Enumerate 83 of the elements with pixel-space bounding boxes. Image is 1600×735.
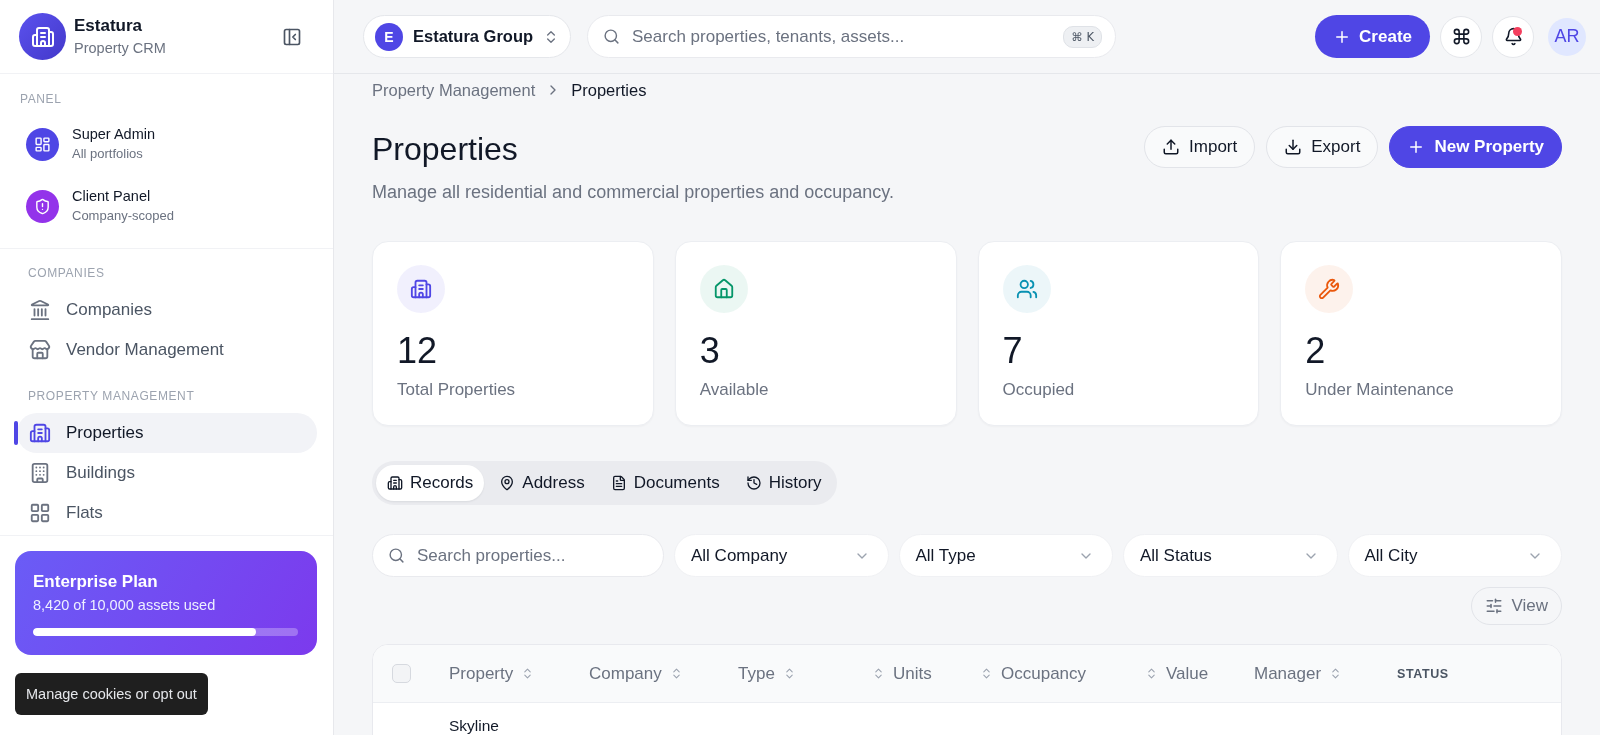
panel-subtitle: Company-scoped: [72, 208, 174, 224]
import-button[interactable]: Import: [1144, 126, 1256, 168]
shortcut-hint: ⌘ K: [1063, 26, 1102, 48]
plan-usage: 8,420 of 10,000 assets used: [33, 596, 217, 615]
brand-name: Estatura: [74, 16, 144, 36]
column-header[interactable]: Units: [872, 663, 932, 684]
create-button[interactable]: Create: [1315, 15, 1430, 58]
building-icon: [387, 475, 403, 491]
filter-dropdown[interactable]: All City: [1347, 534, 1562, 577]
section-label: PANEL: [19, 91, 63, 107]
page-subtitle: Manage all residential and commercial properties and occupancy.: [372, 181, 894, 204]
history-icon: [745, 475, 762, 491]
download-icon: [1284, 138, 1303, 156]
cookie-settings-button[interactable]: Manage cookies or opt out: [15, 673, 208, 715]
sort-icon: [980, 667, 993, 680]
column-header[interactable]: Value: [1145, 663, 1209, 684]
stat-label: Available: [699, 379, 769, 401]
sort-icon: [1145, 667, 1158, 680]
tab[interactable]: Documents: [599, 465, 731, 501]
command-button[interactable]: [1440, 15, 1482, 58]
tab[interactable]: History: [734, 465, 833, 501]
nav-item[interactable]: Properties: [17, 413, 317, 453]
stat-value: 3: [699, 331, 720, 371]
page-title: Properties: [372, 130, 518, 169]
filter-dropdown[interactable]: All Company: [674, 534, 889, 577]
grid-icon: [29, 502, 51, 524]
user-avatar[interactable]: AR: [1548, 17, 1586, 56]
map-pin-icon: [499, 475, 516, 491]
building-icon: [29, 422, 51, 444]
active-indicator: [14, 421, 18, 445]
column-header[interactable]: Property: [449, 663, 535, 684]
filter-dropdown[interactable]: All Type: [898, 534, 1113, 577]
notifications-button[interactable]: [1492, 15, 1534, 58]
office-building-icon: [29, 462, 51, 484]
store-icon: [29, 339, 51, 361]
panel-subtitle: All portfolios: [72, 146, 144, 162]
brand-subtitle: Property CRM: [74, 39, 166, 57]
column-header[interactable]: Manager: [1254, 663, 1343, 684]
panel-title: Client Panel: [72, 188, 152, 205]
nav-item[interactable]: Buildings: [17, 453, 317, 493]
filter-dropdown[interactable]: All Status: [1123, 534, 1338, 577]
tab[interactable]: Records: [376, 465, 485, 501]
stat-label: Under Maintenance: [1305, 379, 1454, 401]
sort-icon: [872, 667, 885, 680]
search-icon: [603, 28, 620, 45]
stat-value: 7: [1002, 331, 1023, 371]
nav-item[interactable]: Companies: [17, 290, 317, 330]
upload-icon: [1162, 138, 1181, 156]
sliders-icon: [1485, 597, 1504, 615]
command-icon: [1451, 27, 1471, 46]
column-header[interactable]: Occupancy: [980, 663, 1087, 684]
property-search-field[interactable]: Search properties...: [372, 534, 664, 577]
document-icon: [610, 475, 627, 491]
breadcrumb-link[interactable]: Property Management: [372, 80, 536, 100]
bank-icon: [29, 299, 51, 321]
column-header[interactable]: Company: [589, 663, 683, 684]
plan-title: Enterprise Plan: [33, 571, 159, 593]
organization-switcher[interactable]: E Estatura Group: [363, 15, 571, 58]
nav-item[interactable]: Vendor Management: [17, 330, 317, 370]
organization-avatar: E: [375, 22, 403, 51]
organization-name: Estatura Group: [413, 27, 534, 46]
section-label: COMPANIES: [27, 265, 106, 281]
panel-switch-item[interactable]: Super Admin All portfolios: [0, 119, 333, 169]
column-header[interactable]: Type: [738, 663, 796, 684]
select-all-checkbox[interactable]: [392, 664, 411, 683]
panel-collapse-icon: [282, 26, 302, 47]
table-cell: Skyline: [449, 717, 499, 734]
stat-value: 12: [397, 331, 438, 371]
nav-item[interactable]: Flats: [17, 493, 317, 533]
breadcrumb-link[interactable]: Properties: [571, 80, 647, 100]
export-button[interactable]: Export: [1266, 126, 1379, 168]
bell-icon: [1503, 27, 1523, 46]
new-property-button[interactable]: New Property: [1389, 126, 1562, 168]
stat-label: Total Properties: [397, 379, 516, 401]
section-label: PROPERTY MANAGEMENT: [27, 388, 196, 404]
search-icon: [388, 547, 405, 564]
panel-switch-item[interactable]: Client Panel Company-scoped: [0, 181, 333, 231]
tab[interactable]: Address: [488, 465, 596, 501]
stat-label: Occupied: [1002, 379, 1075, 401]
column-header: STATUS: [1397, 666, 1449, 681]
building-icon: [19, 13, 66, 60]
panel-title: Super Admin: [72, 126, 156, 143]
stat-value: 2: [1305, 331, 1326, 371]
